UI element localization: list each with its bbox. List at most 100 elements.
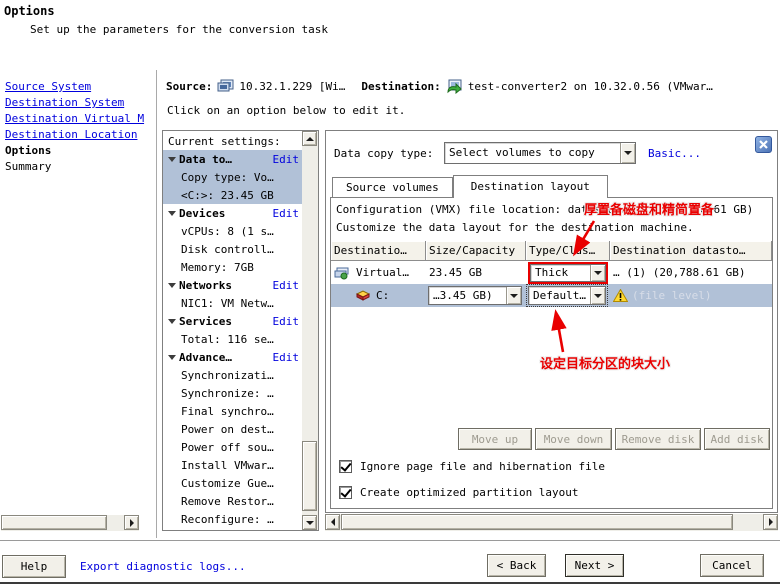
add-disk-button[interactable]: Add disk [704, 428, 770, 450]
next-button[interactable]: Next > [565, 554, 624, 577]
collapse-triangle-icon[interactable] [168, 283, 176, 288]
tree-item-vcpus[interactable]: vCPUs: 8 (1 s… [163, 222, 302, 240]
tree-item-customize-guest[interactable]: Customize Gue… [163, 474, 302, 492]
computer-icon [217, 79, 234, 94]
disk-datastore: … (1) (20,788.61 GB) [613, 266, 745, 279]
red-highlight-box: Thick [528, 262, 608, 284]
table-row-virtual-disk[interactable]: Virtual… 23.45 GB Thick … (1) (20,788.61… [331, 261, 772, 284]
scrollbar-right-button[interactable] [124, 515, 139, 530]
col-header-destination-datastore[interactable]: Destination datasto… [610, 241, 772, 261]
right-arrow-icon [769, 518, 773, 526]
tree-item-services-total[interactable]: Total: 116 se… [163, 330, 302, 348]
annotation-block-note: 设定目标分区的块大小 [540, 353, 670, 372]
edit-link-services[interactable]: Edit [273, 315, 300, 328]
tree-item-reconfigure[interactable]: Reconfigure: … [163, 510, 302, 528]
tree-item-synchronize[interactable]: Synchronize: … [163, 384, 302, 402]
tree-item-power-off-source[interactable]: Power off sou… [163, 438, 302, 456]
right-arrow-icon [130, 519, 134, 527]
data-copy-type-select[interactable]: Select volumes to copy [444, 142, 636, 164]
cancel-button[interactable]: Cancel [700, 554, 764, 577]
ignore-pagefile-label: Ignore page file and hibernation file [360, 460, 605, 473]
ignore-pagefile-row: Ignore page file and hibernation file [339, 460, 605, 473]
tree-item-copy-type[interactable]: Copy type: Vo… [163, 168, 302, 186]
create-optimized-checkbox[interactable] [339, 486, 352, 499]
tree-item-remove-restore[interactable]: Remove Restor… [163, 492, 302, 510]
scrollbar-up-button[interactable] [302, 131, 317, 146]
volume-size-select[interactable]: …3.45 GB) [428, 286, 522, 305]
tree-selection-block: Data to… Edit Copy type: Vo… <C:>: 23.45… [163, 150, 302, 204]
collapse-triangle-icon[interactable] [168, 211, 176, 216]
tree-item-synchronization[interactable]: Synchronizati… [163, 366, 302, 384]
source-label: Source: [166, 80, 212, 93]
export-logs-link[interactable]: Export diagnostic logs... [80, 560, 246, 573]
move-up-button[interactable]: Move up [458, 428, 532, 450]
collapse-triangle-icon[interactable] [168, 157, 176, 162]
col-header-destination-volume[interactable]: Destinatio… [331, 241, 426, 261]
tree-group-data-to-copy[interactable]: Data to… Edit [163, 150, 302, 168]
tree-vscrollbar[interactable] [302, 131, 318, 530]
chevron-down-icon [594, 294, 602, 298]
collapse-triangle-icon[interactable] [168, 319, 176, 324]
dropdown-button[interactable] [590, 287, 605, 304]
basic-link[interactable]: Basic... [648, 147, 701, 160]
tree-item-disk-controller[interactable]: Disk controll… [163, 240, 302, 258]
panel-hscrollbar[interactable] [325, 514, 778, 531]
tree-group-label: Data to… [179, 153, 232, 166]
tree-item-final-sync[interactable]: Final synchro… [163, 402, 302, 420]
edit-link-networks[interactable]: Edit [273, 279, 300, 292]
move-down-button[interactable]: Move down [535, 428, 612, 450]
scrollbar-left-button[interactable] [325, 514, 340, 530]
left-arrow-icon [331, 518, 335, 526]
scrollbar-thumb[interactable] [341, 514, 733, 530]
back-button[interactable]: < Back [487, 554, 546, 577]
tree-item-memory[interactable]: Memory: 7GB [163, 258, 302, 276]
col-header-type-cluster[interactable]: Type/Clus… [526, 241, 610, 261]
scrollbar-thumb[interactable] [302, 441, 317, 511]
tree-group-services[interactable]: Services Edit [163, 312, 302, 330]
close-button[interactable] [755, 136, 772, 153]
selected-volume-size: …3.45 GB) [429, 287, 506, 304]
dropdown-button[interactable] [590, 265, 605, 281]
collapse-triangle-icon[interactable] [168, 355, 176, 360]
current-settings-tree: Current settings: Data to… Edit Copy typ… [162, 130, 319, 531]
col-header-size-capacity[interactable]: Size/Capacity [426, 241, 526, 261]
tree-group-devices[interactable]: Devices Edit [163, 204, 302, 222]
nav-source-system[interactable]: Source System [5, 80, 91, 93]
data-copy-panel: Data copy type: Select volumes to copy B… [325, 130, 778, 513]
remove-disk-button[interactable]: Remove disk [615, 428, 701, 450]
tree-group-label: Networks [179, 279, 232, 292]
nav-destination-virtual-machine[interactable]: Destination Virtual M [5, 112, 144, 125]
table-row-volume-c[interactable]: C: …3.45 GB) Default… [331, 284, 772, 307]
tab-source-volumes[interactable]: Source volumes [332, 177, 453, 197]
dropdown-button[interactable] [506, 287, 521, 304]
tree-item-install-vmware-tools[interactable]: Install VMwar… [163, 456, 302, 474]
cluster-size-select[interactable]: Default… [528, 286, 606, 305]
tree-item-power-on-destination[interactable]: Power on dest… [163, 420, 302, 438]
chevron-down-icon [624, 151, 632, 155]
selected-copy-type: Select volumes to copy [445, 143, 620, 163]
scrollbar-thumb[interactable] [1, 515, 107, 530]
selected-disk-type: Thick [531, 265, 590, 281]
tree-group-networks[interactable]: Networks Edit [163, 276, 302, 294]
nav-destination-system[interactable]: Destination System [5, 96, 124, 109]
ignore-pagefile-checkbox[interactable] [339, 460, 352, 473]
help-button[interactable]: Help [2, 555, 66, 578]
scrollbar-right-button[interactable] [763, 514, 778, 530]
tree-group-advanced[interactable]: Advance… Edit [163, 348, 302, 366]
tab-destination-layout[interactable]: Destination layout [453, 175, 608, 198]
tree-item-volume-c[interactable]: <C:>: 23.45 GB [163, 186, 302, 204]
edit-link-devices[interactable]: Edit [273, 207, 300, 220]
edit-link-data-to-copy[interactable]: Edit [273, 153, 300, 166]
scrollbar-down-button[interactable] [302, 515, 317, 530]
disk-type-select[interactable]: Thick [530, 264, 606, 282]
sidebar-hscrollbar[interactable] [1, 515, 139, 531]
dropdown-button[interactable] [620, 143, 635, 163]
nav-destination-location[interactable]: Destination Location [5, 128, 137, 141]
tree-group-label: Services [179, 315, 232, 328]
edit-link-advanced[interactable]: Edit [273, 351, 300, 364]
layout-tabs: Source volumes Destination layout [332, 175, 608, 198]
tree-item-nic1[interactable]: NIC1: VM Netw… [163, 294, 302, 312]
converter-options-window: Options Set up the parameters for the co… [0, 0, 780, 586]
source-destination-bar: Source: 10.32.1.229 [Wi… Destination: te… [166, 77, 778, 95]
window-bottom-edge [0, 582, 780, 584]
